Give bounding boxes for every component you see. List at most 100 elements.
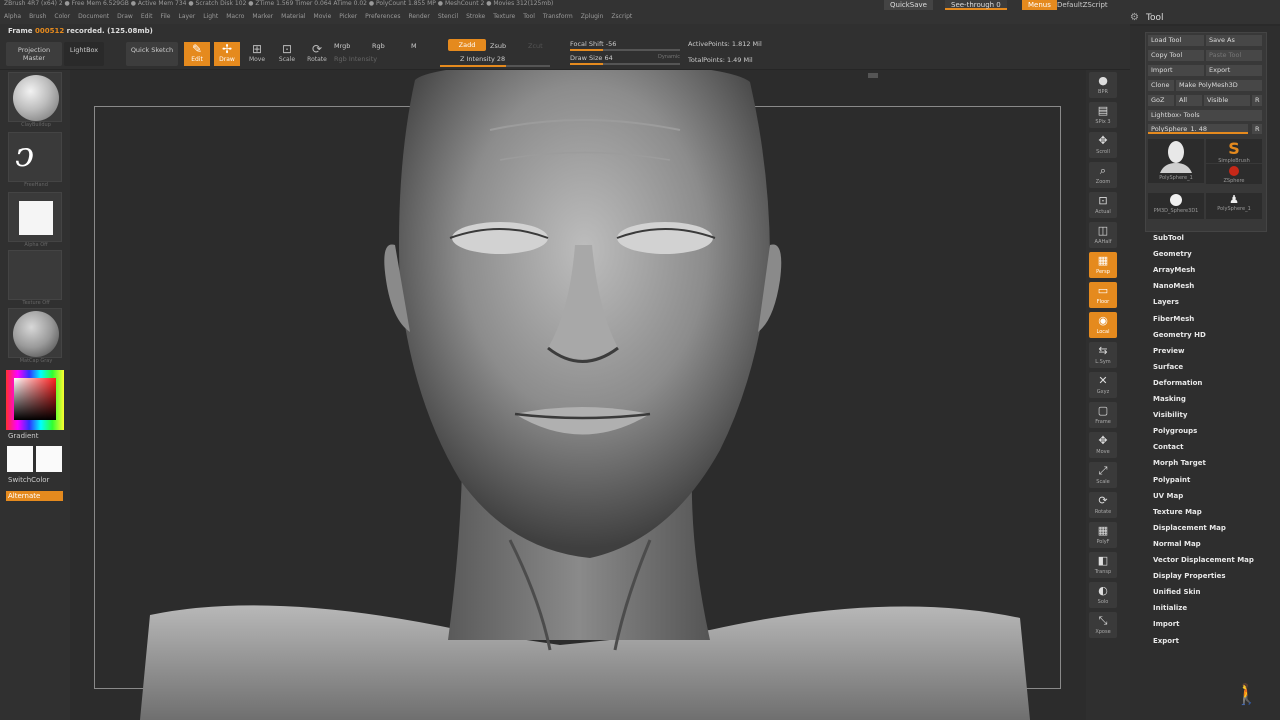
subpalette-layers[interactable]: Layers [1153,298,1179,306]
z-intensity-slider[interactable]: Z Intensity 28 [460,55,505,63]
move-button[interactable]: ✥ Move [1089,432,1117,458]
tool-thumb-polysphere-small[interactable]: ♟ PolySphere_1 [1206,193,1262,219]
menu-item[interactable]: Material [281,13,305,23]
menu-item[interactable]: Transform [543,13,573,23]
switchcolor-button[interactable]: SwitchColor [8,476,49,484]
menu-item[interactable]: Alpha [4,13,21,23]
zcut-button[interactable]: Zcut [528,42,543,50]
rgb-intensity-slider[interactable]: Rgb Intensity [334,55,377,63]
subpalette-morph-target[interactable]: Morph Target [1153,459,1206,467]
document-canvas[interactable] [70,70,1086,720]
copy-tool-button[interactable]: Copy Tool [1148,50,1204,61]
focal-shift-track[interactable] [570,49,680,51]
tool-thumb-head[interactable]: PolySphere_1 [1148,139,1204,183]
subpalette-visibility[interactable]: Visibility [1153,411,1187,419]
polyf-button[interactable]: ▦ PolyF [1089,522,1117,548]
transp-button[interactable]: ◧ Transp [1089,552,1117,578]
current-tool-r-button[interactable]: R [1252,124,1262,134]
export-button[interactable]: Export [1206,65,1262,76]
stroke-selector[interactable]: ↄ FreeHand [8,132,62,188]
menu-item[interactable]: Stroke [466,13,485,23]
subpalette-export[interactable]: Export [1153,637,1179,645]
make-polymesh3d-button[interactable]: Make PolyMesh3D [1176,80,1262,91]
quick-sketch-button[interactable]: Quick Sketch [126,42,178,66]
color-picker-field[interactable] [14,378,56,420]
frame-button[interactable]: ▢ Frame [1089,402,1117,428]
goz-all-button[interactable]: All [1176,95,1202,106]
subpalette-polypaint[interactable]: Polypaint [1153,476,1190,484]
import-button[interactable]: Import [1148,65,1204,76]
local-button[interactable]: ◉ Local [1089,312,1117,338]
menu-item[interactable]: Tool [523,13,535,23]
subpalette-subtool[interactable]: SubTool [1153,234,1184,242]
menu-item[interactable]: Marker [252,13,273,23]
material-selector[interactable]: MatCap Gray [8,308,62,364]
menu-item[interactable]: Light [203,13,218,23]
tool-thumb-simplebrush[interactable]: S SimpleBrush [1206,139,1262,164]
menu-item[interactable]: Render [408,13,429,23]
tool-thumb-zsphere[interactable]: ZSphere [1206,164,1262,184]
rgb-button[interactable]: Rgb [372,42,385,50]
m-button[interactable]: M [411,42,417,50]
rotate-button[interactable]: ⟳ Rotate [1089,492,1117,518]
palette-pin-icon[interactable]: ⚙ [1130,12,1139,23]
subpalette-polygroups[interactable]: Polygroups [1153,427,1197,435]
subpalette-nanomesh[interactable]: NanoMesh [1153,282,1194,290]
goz-button[interactable]: GoZ [1148,95,1174,106]
draw-button[interactable]: ✢ Draw [214,42,240,66]
subpalette-texture-map[interactable]: Texture Map [1153,508,1202,516]
quicksave-button[interactable]: QuickSave [884,0,933,10]
subpalette-vector-displacement-map[interactable]: Vector Displacement Map [1153,556,1254,564]
scroll-button[interactable]: ✥ Scroll [1089,132,1117,158]
menu-item[interactable]: Zscript [611,13,632,23]
solo-button[interactable]: ◐ Solo [1089,582,1117,608]
subpalette-unified-skin[interactable]: Unified Skin [1153,588,1201,596]
load-tool-button[interactable]: Load Tool [1148,35,1204,46]
subpalette-masking[interactable]: Masking [1153,395,1186,403]
gradient-button[interactable]: Gradient [8,432,38,440]
menu-item[interactable]: Stencil [438,13,458,23]
default-zscript-button[interactable]: DefaultZScript [1051,0,1114,10]
xyz-button[interactable]: ✕ Gxyz [1089,372,1117,398]
walking-figure-icon[interactable]: 🚶 [1234,682,1259,706]
subpalette-contact[interactable]: Contact [1153,443,1184,451]
menu-item[interactable]: Color [54,13,70,23]
color-picker[interactable] [6,370,64,430]
sculpt-model[interactable] [70,70,1086,720]
dynamic-button[interactable]: Dynamic [658,54,680,60]
subpalette-geometry[interactable]: Geometry [1153,250,1192,258]
scale-button[interactable]: ⤢ Scale [1089,462,1117,488]
subpalette-fibermesh[interactable]: FiberMesh [1153,315,1194,323]
main-color-swatch[interactable] [7,446,33,472]
see-through-slider[interactable]: See-through 0 [945,0,1007,10]
subpalette-deformation[interactable]: Deformation [1153,379,1202,387]
tool-thumb-pm3d-sphere[interactable]: PM3D_Sphere3D1 [1148,193,1204,219]
menu-item[interactable]: Texture [493,13,515,23]
secondary-color-swatch[interactable] [36,446,62,472]
zadd-button[interactable]: Zadd [448,39,486,51]
move-button[interactable]: ⊞ Move [244,42,270,66]
persp-button[interactable]: ▦ Persp [1089,252,1117,278]
menu-item[interactable]: Layer [179,13,196,23]
subpalette-preview[interactable]: Preview [1153,347,1185,355]
zoom-button[interactable]: ⌕ Zoom [1089,162,1117,188]
menu-item[interactable]: Document [78,13,109,23]
actual-button[interactable]: ⊡ Actual [1089,192,1117,218]
spix-button[interactable]: ▤ SPix 3 [1089,102,1117,128]
floor-button[interactable]: ▭ Floor [1089,282,1117,308]
subpalette-import[interactable]: Import [1153,620,1180,628]
texture-selector[interactable]: Texture Off [8,250,62,306]
menu-item[interactable]: Draw [117,13,133,23]
alpha-selector[interactable]: Alpha Off [8,192,62,248]
menu-item[interactable]: Picker [339,13,357,23]
subpalette-geometry-hd[interactable]: Geometry HD [1153,331,1206,339]
menu-item[interactable]: Movie [314,13,332,23]
alternate-button[interactable]: Alternate [6,491,63,501]
subpalette-normal-map[interactable]: Normal Map [1153,540,1201,548]
subpalette-uv-map[interactable]: UV Map [1153,492,1183,500]
subpalette-surface[interactable]: Surface [1153,363,1183,371]
scale-button[interactable]: ⊡ Scale [274,42,300,66]
draw-size-track[interactable] [570,63,680,65]
paste-tool-button[interactable]: Paste Tool [1206,50,1262,61]
xpose-button[interactable]: ⤡ Xpose [1089,612,1117,638]
